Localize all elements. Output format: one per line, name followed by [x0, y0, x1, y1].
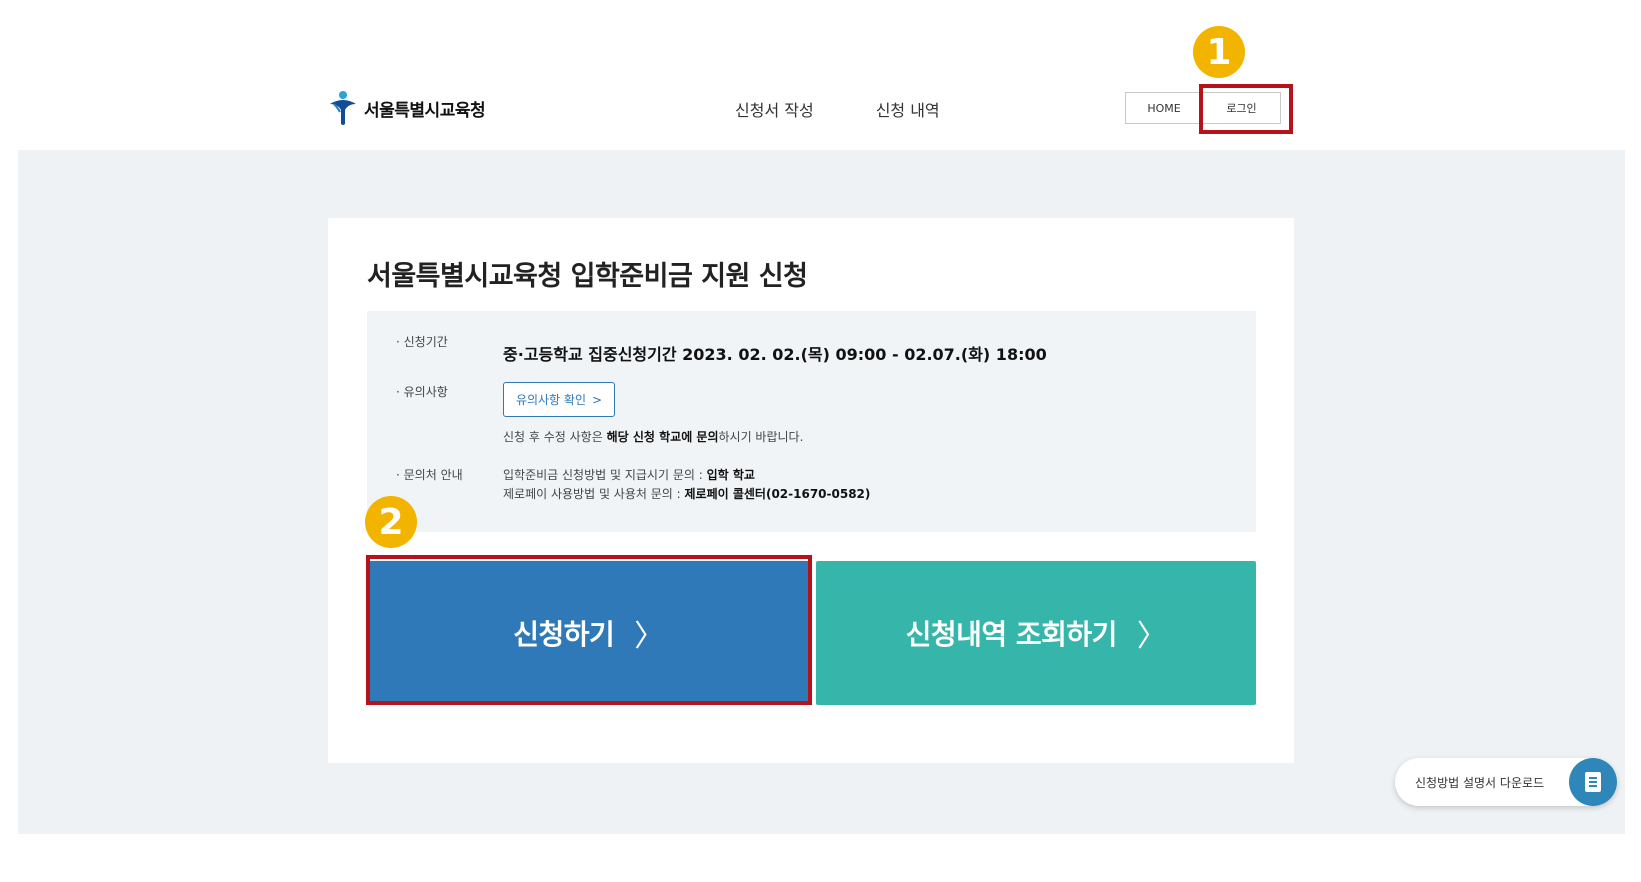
notice-text-pre: 신청 후 수정 사항은: [503, 430, 607, 444]
manual-download-button[interactable]: 신청방법 설명서 다운로드: [1395, 758, 1617, 806]
home-button[interactable]: HOME: [1125, 92, 1203, 124]
chevron-right-icon: 〉: [1136, 619, 1167, 654]
nav-application-form[interactable]: 신청서 작성: [735, 97, 814, 121]
contact2-pre: 제로페이 사용방법 및 사용처 문의 :: [503, 487, 685, 501]
contact1-pre: 입학준비금 신청방법 및 지급시기 문의 :: [503, 468, 707, 482]
history-label: 신청내역 조회하기: [905, 618, 1118, 651]
highlight-box-apply: [366, 555, 812, 705]
notice-text-post: 하시기 바랍니다.: [718, 430, 804, 444]
period-value: 중·고등학교 집중신청기간 2023. 02. 02.(목) 09:00 - 0…: [503, 345, 1047, 364]
notice-check-label: 유의사항 확인: [515, 393, 586, 407]
logo-text: 서울특별시교육청: [364, 100, 486, 121]
contact-line-2: 제로페이 사용방법 및 사용처 문의 : 제로페이 콜센터(02-1670-05…: [503, 485, 870, 502]
nav-application-history[interactable]: 신청 내역: [876, 97, 940, 121]
contact2-bold: 제로페이 콜센터(02-1670-0582): [684, 487, 871, 501]
notice-label: · 유의사항: [396, 385, 448, 399]
main-nav: 신청서 작성 신청 내역: [735, 97, 940, 121]
document-icon: [1569, 758, 1617, 806]
notice-text-bold: 해당 신청 학교에 문의: [606, 430, 719, 444]
page-title: 서울특별시교육청 입학준비금 지원 신청: [367, 261, 808, 292]
notice-text: 신청 후 수정 사항은 해당 신청 학교에 문의하시기 바랍니다.: [503, 428, 803, 445]
manual-download-label: 신청방법 설명서 다운로드: [1415, 775, 1545, 790]
period-label: · 신청기간: [396, 335, 448, 349]
chevron-right-icon: >: [592, 392, 603, 407]
contact-line-1: 입학준비금 신청방법 및 지급시기 문의 : 입학 학교: [503, 466, 755, 483]
notice-check-button[interactable]: 유의사항 확인 >: [503, 382, 615, 417]
highlight-box-login: [1199, 84, 1293, 134]
contact1-bold: 입학 학교: [706, 468, 755, 482]
logo[interactable]: 서울특별시교육청: [328, 90, 486, 126]
history-button[interactable]: 신청내역 조회하기 〉: [816, 561, 1256, 705]
step-marker-2: 2: [365, 496, 417, 548]
site-header: 서울특별시교육청 신청서 작성 신청 내역 HOME 로그인: [0, 0, 1641, 150]
contact-label: · 문의처 안내: [396, 468, 463, 482]
step-marker-1: 1: [1193, 26, 1245, 78]
education-office-logo-icon: [330, 91, 356, 125]
